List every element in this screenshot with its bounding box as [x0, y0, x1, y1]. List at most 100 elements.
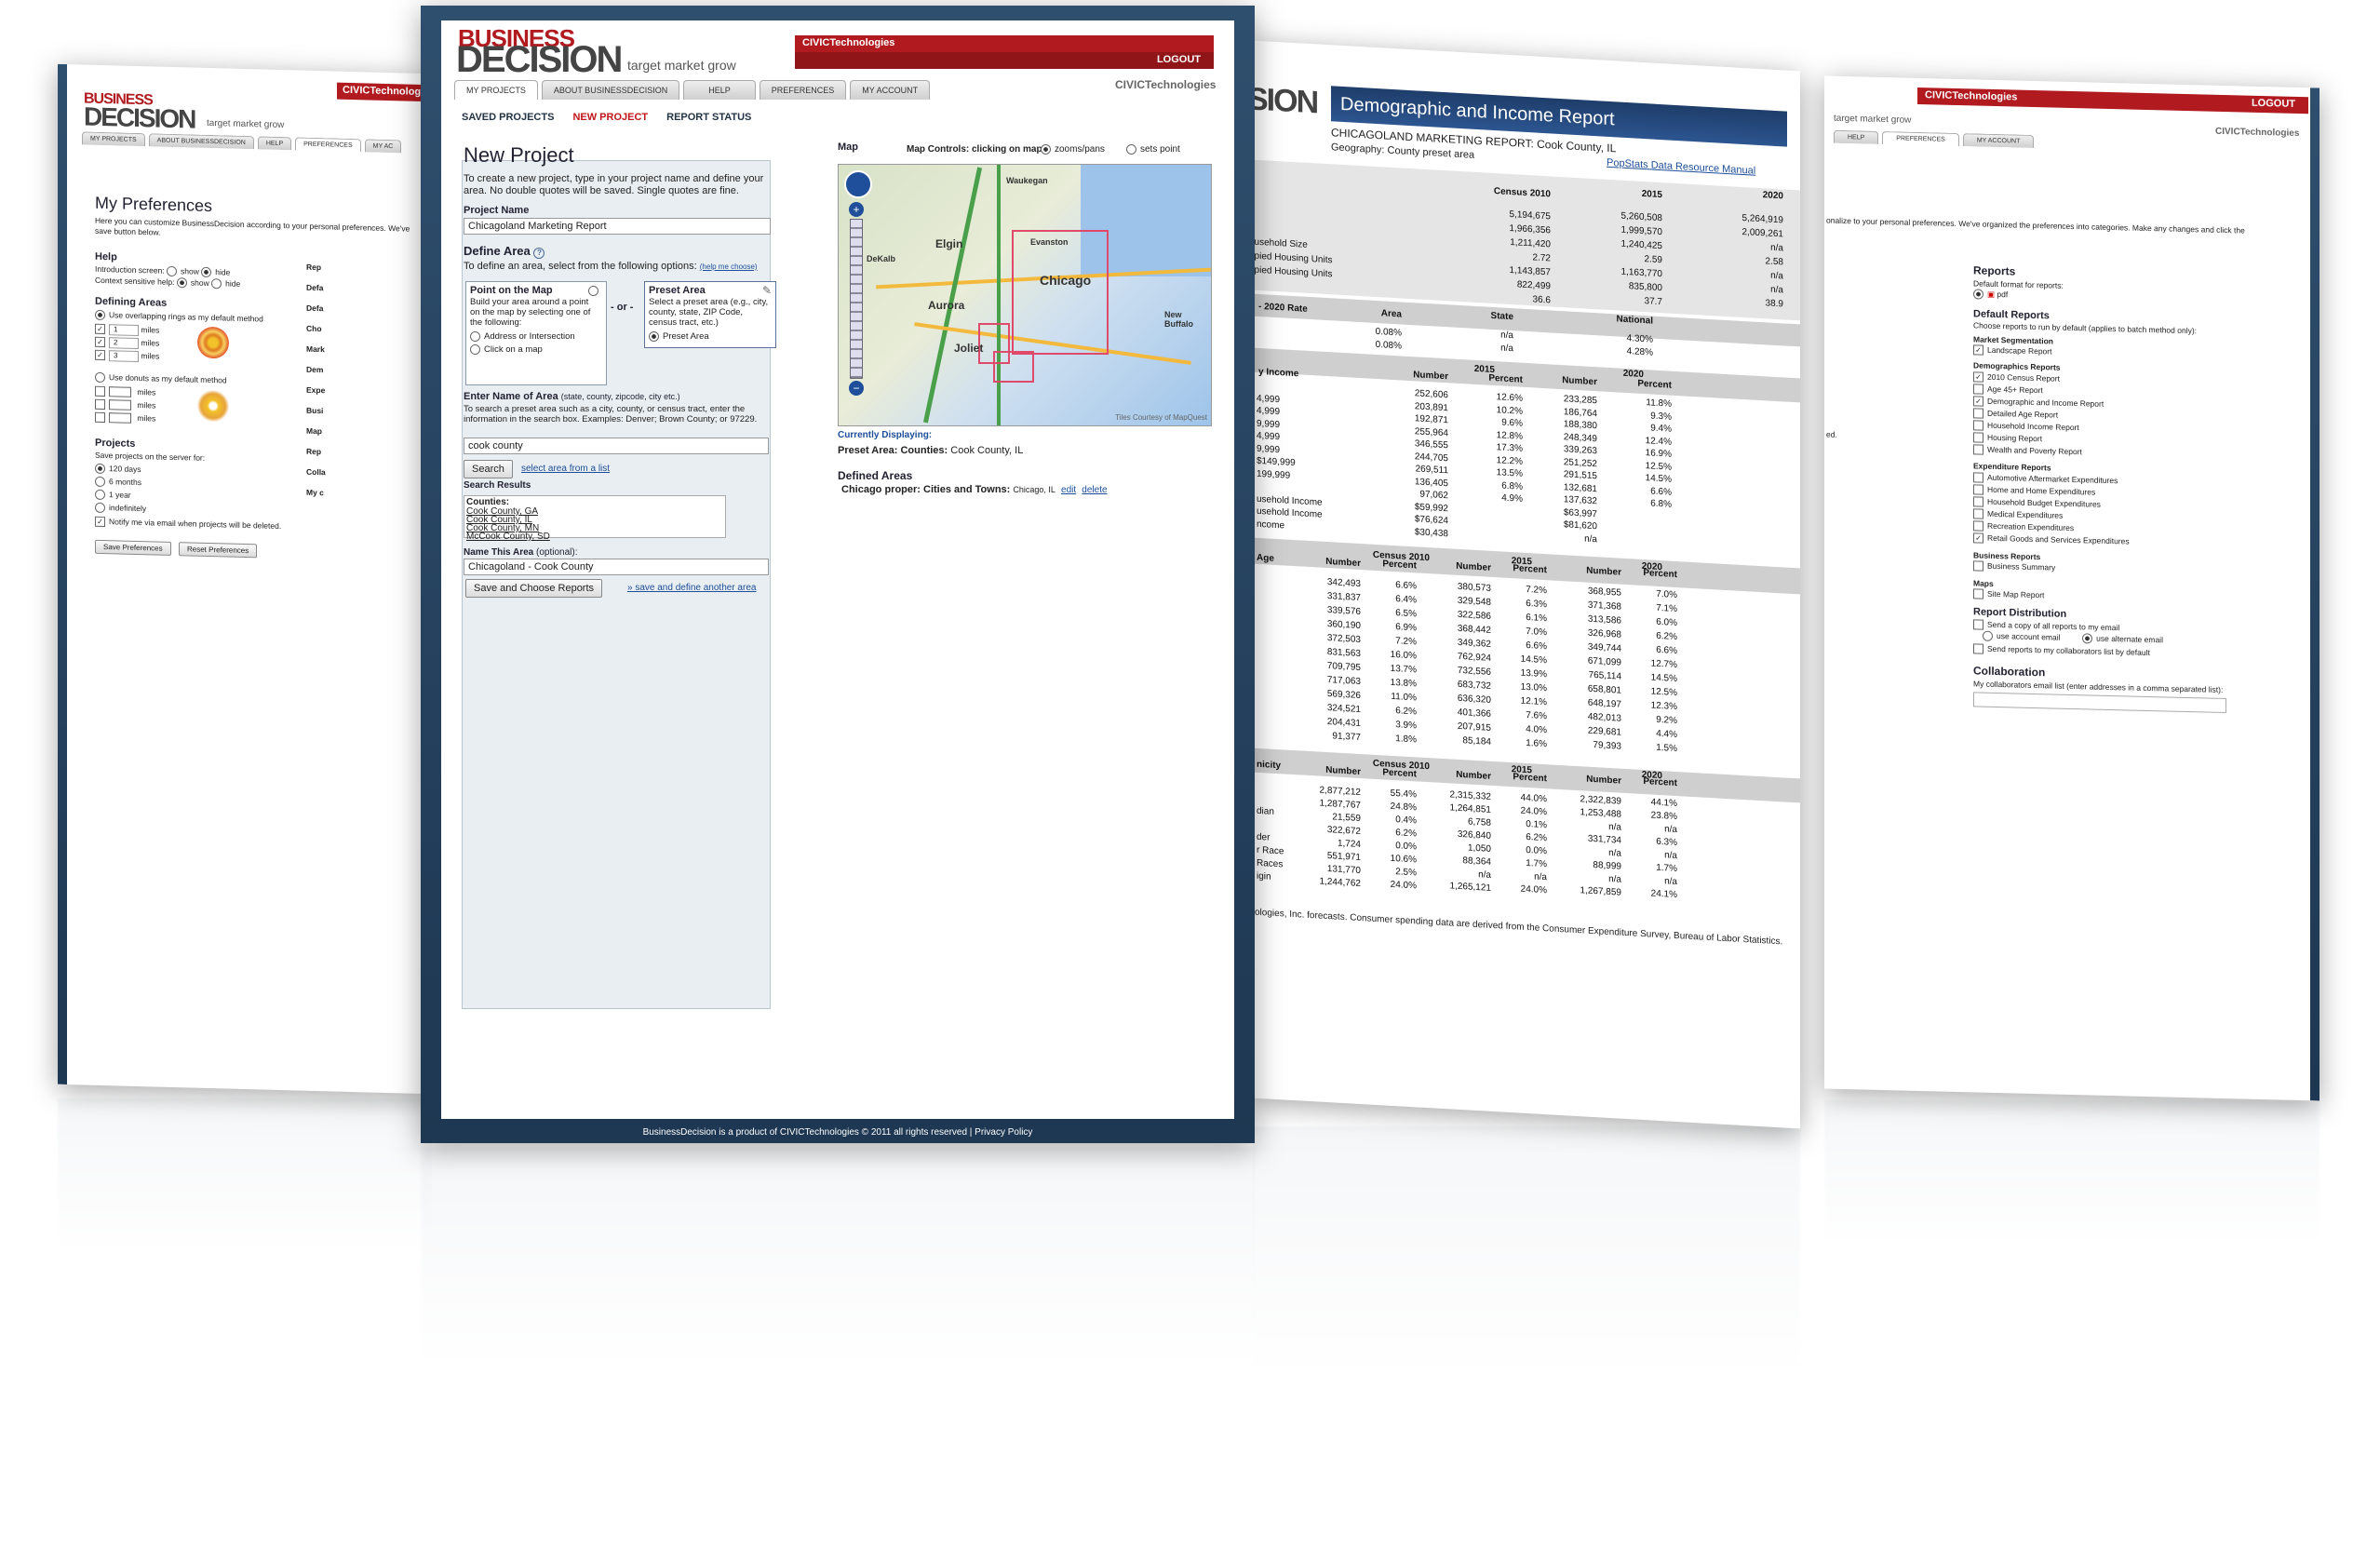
donut-checkbox[interactable]: [109, 399, 131, 411]
report-checkbox[interactable]: ✓: [1973, 371, 1983, 383]
address-radio[interactable]: [470, 330, 480, 342]
tab-my-account[interactable]: MY ACCOUNT: [850, 80, 931, 100]
edit-link[interactable]: edit: [1061, 485, 1076, 495]
show-radio[interactable]: [167, 266, 178, 277]
collab-textarea[interactable]: [1973, 692, 2226, 714]
help-me-choose-link[interactable]: (help me choose): [700, 263, 758, 271]
rings-radio[interactable]: [95, 310, 105, 321]
income-summary-label: ncome: [1257, 519, 1285, 531]
donut-checkbox[interactable]: [95, 412, 105, 424]
tab-my-projects[interactable]: MY PROJECTS: [82, 131, 145, 147]
ring-checkbox[interactable]: ✓: [95, 350, 105, 361]
popstats-link[interactable]: PopStats Data Resource Manual: [1607, 157, 1755, 177]
duration-radio[interactable]: [95, 464, 105, 475]
notify-checkbox[interactable]: ✓: [95, 517, 105, 528]
report-checkbox[interactable]: [1973, 560, 1983, 572]
sets-radio[interactable]: [1126, 143, 1136, 155]
donuts-radio[interactable]: [95, 372, 105, 384]
age-cell: 1.5%: [1656, 742, 1677, 755]
donut-checkbox[interactable]: [109, 386, 131, 398]
report-checkbox[interactable]: [1973, 588, 1983, 599]
zoom-control[interactable]: + −: [844, 170, 872, 412]
report-checkbox[interactable]: ✓: [1973, 532, 1983, 544]
duration-radio[interactable]: [95, 477, 105, 488]
donut-checkbox[interactable]: [95, 399, 105, 411]
reset-preferences-button[interactable]: Reset Preferences: [179, 542, 258, 559]
donut-checkbox[interactable]: [109, 412, 131, 424]
pan-control-icon[interactable]: [844, 170, 872, 198]
ring-input[interactable]: 2: [109, 337, 139, 350]
tab-preferences[interactable]: PREFERENCES: [759, 80, 847, 100]
save-another-link[interactable]: » save and define another area: [627, 583, 756, 593]
save-preferences-button[interactable]: Save Preferences: [95, 539, 171, 556]
zoom-label: zooms/pans: [1055, 144, 1105, 155]
tab-help[interactable]: HELP: [683, 80, 756, 100]
pdf-radio[interactable]: [1973, 289, 1983, 300]
tab-about[interactable]: ABOUT BUSINESSDECISION: [541, 80, 680, 100]
subnav-new-project[interactable]: NEW PROJECT: [572, 112, 648, 123]
click-map-radio[interactable]: [470, 343, 480, 355]
map-view[interactable]: Waukegan Elgin Evanston Chicago Aurora J…: [838, 164, 1212, 426]
tab-my-account[interactable]: MY AC: [364, 139, 402, 154]
ctx-show-radio[interactable]: [176, 277, 187, 289]
income-cell: 12.6%: [1496, 392, 1523, 404]
report-checkbox[interactable]: ✓: [1973, 396, 1983, 407]
delete-link[interactable]: delete: [1082, 485, 1107, 495]
report-checkbox[interactable]: ✓: [1973, 344, 1983, 356]
ring-input[interactable]: 1: [109, 324, 139, 337]
report-checkbox[interactable]: [1973, 444, 1983, 455]
report-checkbox[interactable]: [1973, 384, 1983, 395]
donut-checkbox[interactable]: [95, 386, 105, 397]
select-area-link[interactable]: select area from a list: [521, 464, 610, 474]
report-checkbox[interactable]: [1973, 508, 1983, 519]
alt-email-radio[interactable]: [2082, 633, 2093, 644]
income-cell: 12.8%: [1496, 429, 1523, 442]
point-radio[interactable]: [588, 286, 598, 296]
preset-area-box[interactable]: Preset Area ✎ Select a preset area (e.g.…: [644, 281, 776, 348]
report-checkbox[interactable]: [1973, 408, 1983, 419]
report-checkbox[interactable]: [1973, 420, 1983, 431]
tab-about[interactable]: ABOUT BUSINESSDECISION: [148, 133, 254, 150]
hide-radio[interactable]: [201, 267, 212, 278]
ring-input[interactable]: 3: [109, 350, 139, 363]
report-checkbox[interactable]: [1973, 484, 1983, 495]
subnav-saved-projects[interactable]: SAVED PROJECTS: [462, 112, 554, 123]
report-checkbox[interactable]: [1973, 472, 1983, 483]
duration-radio[interactable]: [95, 490, 105, 501]
tab-help[interactable]: HELP: [1834, 129, 1879, 144]
search-input[interactable]: cook county: [464, 438, 769, 454]
ring-checkbox[interactable]: ✓: [95, 324, 105, 335]
pdf-icon: ▣: [1987, 289, 1996, 299]
area-name-input[interactable]: Chicagoland - Cook County: [464, 559, 769, 575]
tab-preferences[interactable]: PREFERENCES: [295, 137, 361, 153]
logout-link[interactable]: LOGOUT: [1157, 54, 1201, 65]
dist-collab-checkbox[interactable]: [1973, 643, 1983, 654]
report-checkbox[interactable]: [1973, 496, 1983, 507]
dist-checkbox[interactable]: [1973, 619, 1983, 630]
tab-my-projects[interactable]: MY PROJECTS: [454, 80, 538, 100]
tab-preferences[interactable]: PREFERENCES: [1882, 131, 1959, 147]
ctx-hide-radio[interactable]: [211, 278, 222, 290]
tab-my-account[interactable]: MY ACCOUNT: [1962, 133, 2035, 149]
zoom-slider[interactable]: [850, 219, 863, 379]
zoom-in-icon[interactable]: +: [849, 202, 864, 217]
account-email-radio[interactable]: [1983, 630, 1993, 642]
logout-link[interactable]: LOGOUT: [2252, 98, 2295, 110]
zoom-radio[interactable]: [1041, 143, 1051, 155]
subnav-report-status[interactable]: REPORT STATUS: [666, 112, 751, 123]
results-list[interactable]: Counties: Cook County, GA Cook County, I…: [464, 495, 726, 542]
preset-radio[interactable]: [649, 330, 659, 342]
report-checkbox[interactable]: [1973, 432, 1983, 443]
report-checkbox[interactable]: [1973, 520, 1983, 532]
search-button[interactable]: Search: [464, 460, 513, 478]
tab-help[interactable]: HELP: [257, 136, 292, 151]
help-icon[interactable]: ?: [533, 248, 545, 259]
result-item[interactable]: McCook County, SD: [466, 531, 550, 543]
save-and-choose-reports-button[interactable]: Save and Choose Reports: [465, 579, 603, 598]
project-name-input[interactable]: Chicagoland Marketing Report: [464, 218, 771, 235]
ring-checkbox[interactable]: ✓: [95, 337, 105, 348]
point-on-map-box[interactable]: Point on the Map Build your area around …: [465, 281, 607, 385]
zoom-out-icon[interactable]: −: [849, 381, 864, 396]
income-cell: 346,555: [1414, 438, 1448, 451]
duration-radio[interactable]: [95, 503, 105, 514]
